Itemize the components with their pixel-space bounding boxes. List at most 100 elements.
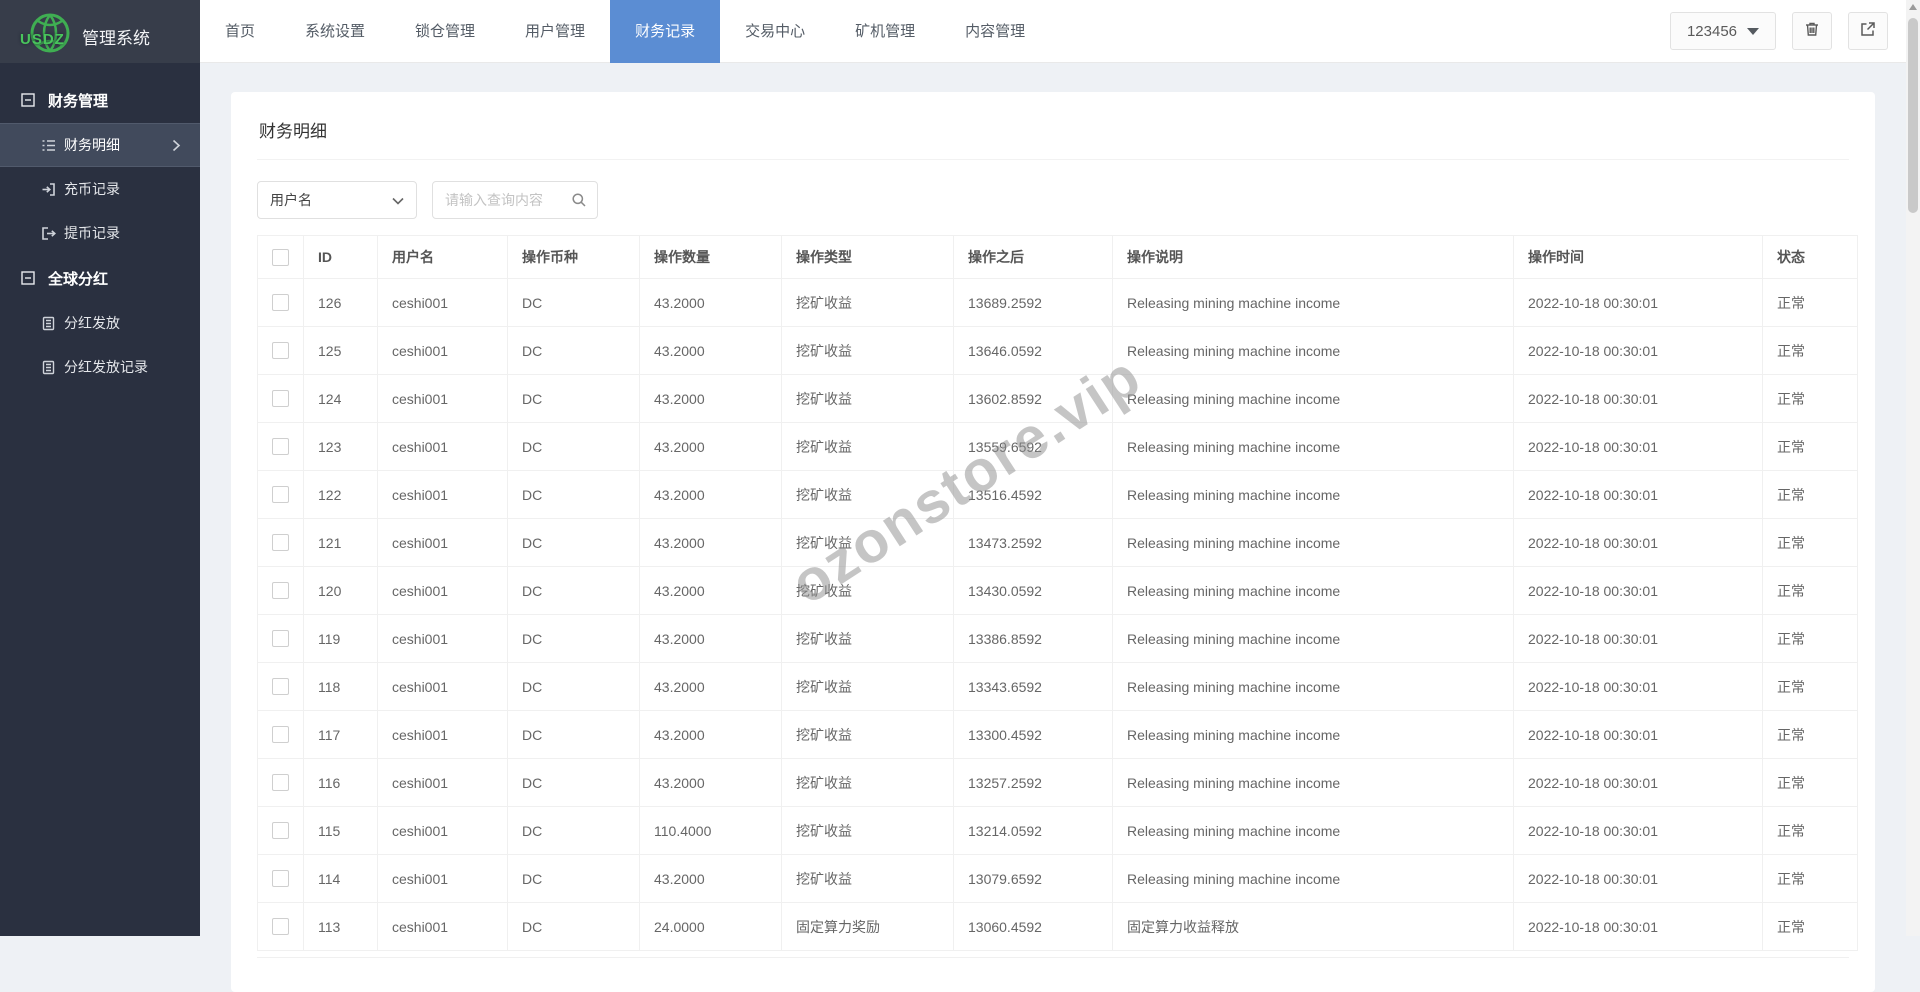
- page-title: 财务明细: [259, 122, 327, 141]
- table-cell: 43.2000: [639, 614, 782, 663]
- select-all-checkbox[interactable]: [272, 248, 289, 266]
- table-cell: 挖矿收益: [781, 278, 954, 327]
- table-row: 113 ceshi001 DC 24.0000 固定算力奖励 13060.4592 固定算力…: [257, 902, 1858, 951]
- column-header: 操作时间: [1513, 235, 1763, 279]
- row-checkbox[interactable]: [272, 870, 289, 888]
- search-box: [432, 181, 598, 219]
- table-row: 125 ceshi001 DC 43.2000 挖矿收益 13646.0592 Releas…: [257, 326, 1858, 375]
- table-row: 119 ceshi001 DC 43.2000 挖矿收益 13386.8592 Releas…: [257, 614, 1858, 663]
- table-cell: ceshi001: [377, 278, 508, 327]
- table-cell: 2022-10-18 00:30:01: [1513, 326, 1763, 375]
- table-cell: 13343.6592: [953, 662, 1113, 711]
- top-actions: 123456: [1670, 12, 1888, 50]
- nav-item[interactable]: 用户管理: [500, 0, 610, 63]
- table-cell: 正常: [1762, 278, 1858, 327]
- row-checkbox[interactable]: [272, 678, 289, 696]
- table-cell: 挖矿收益: [781, 566, 954, 615]
- nav-item[interactable]: 交易中心: [720, 0, 830, 63]
- table-cell: 115: [303, 806, 378, 855]
- sidebar-item[interactable]: 分红发放记录: [0, 345, 200, 389]
- table-cell: 43.2000: [639, 422, 782, 471]
- table-cell: 挖矿收益: [781, 614, 954, 663]
- row-checkbox[interactable]: [272, 774, 289, 792]
- table-cell: 固定算力奖励: [781, 902, 954, 951]
- vertical-scrollbar[interactable]: [1906, 0, 1920, 936]
- table-cell: ceshi001: [377, 854, 508, 903]
- nav-item[interactable]: 首页: [200, 0, 280, 63]
- sidebar-item[interactable]: 充币记录: [0, 167, 200, 211]
- row-checkbox[interactable]: [272, 918, 289, 936]
- brand-title: 管理系统: [82, 29, 150, 48]
- logout-icon: [1859, 20, 1877, 43]
- table-cell: 116: [303, 758, 378, 807]
- table-row: 124 ceshi001 DC 43.2000 挖矿收益 13602.8592 Releas…: [257, 374, 1858, 423]
- table-cell: 挖矿收益: [781, 518, 954, 567]
- table-cell: 13559.6592: [953, 422, 1113, 471]
- table-cell: 正常: [1762, 662, 1858, 711]
- logout-button[interactable]: [1848, 12, 1888, 50]
- next-row-clipped: [257, 957, 1849, 967]
- column-header: 用户名: [377, 235, 508, 279]
- content-card: 财务明细 用户名 请输入查询内容 ID 用户名 操作币种 操作数量 操作类型 操…: [231, 92, 1875, 992]
- sidebar-item[interactable]: 分红发放: [0, 301, 200, 345]
- table-cell: 13060.4592: [953, 902, 1113, 951]
- row-checkbox[interactable]: [272, 438, 289, 456]
- table-cell: 2022-10-18 00:30:01: [1513, 614, 1763, 663]
- table-cell: DC: [507, 902, 640, 951]
- table-cell: DC: [507, 854, 640, 903]
- table-cell: 13079.6592: [953, 854, 1113, 903]
- table-row: 115 ceshi001 DC 110.4000 挖矿收益 13214.0592 Relea…: [257, 806, 1858, 855]
- scrollbar-thumb[interactable]: [1908, 18, 1918, 213]
- table-cell: ceshi001: [377, 470, 508, 519]
- nav-item[interactable]: 锁仓管理: [390, 0, 500, 63]
- row-checkbox[interactable]: [272, 630, 289, 648]
- table-cell: DC: [507, 470, 640, 519]
- table-cell: 2022-10-18 00:30:01: [1513, 374, 1763, 423]
- table-row: 121 ceshi001 DC 43.2000 挖矿收益 13473.2592 Releas…: [257, 518, 1858, 567]
- table-cell: Releasing mining machine income: [1112, 854, 1514, 903]
- table-cell: Releasing mining machine income: [1112, 758, 1514, 807]
- user-dropdown-button[interactable]: 123456: [1670, 12, 1776, 50]
- scroll-up-arrow-icon[interactable]: [1909, 4, 1917, 10]
- table-cell: ceshi001: [377, 710, 508, 759]
- table-cell: 13257.2592: [953, 758, 1113, 807]
- row-checkbox[interactable]: [272, 294, 289, 312]
- nav-item[interactable]: 系统设置: [280, 0, 390, 63]
- nav-item[interactable]: 矿机管理: [830, 0, 940, 63]
- row-checkbox[interactable]: [272, 582, 289, 600]
- search-icon[interactable]: [571, 192, 587, 208]
- clear-cache-button[interactable]: [1792, 12, 1832, 50]
- table-cell: 43.2000: [639, 326, 782, 375]
- table-cell: ceshi001: [377, 758, 508, 807]
- sidebar-item-label: 分红发放: [64, 315, 120, 331]
- row-checkbox[interactable]: [272, 534, 289, 552]
- sidebar-section-title[interactable]: 财务管理: [0, 77, 200, 123]
- brand-text: USDZ: [20, 30, 65, 48]
- nav-item[interactable]: 内容管理: [940, 0, 1050, 63]
- table-cell: 122: [303, 470, 378, 519]
- table-cell: 125: [303, 326, 378, 375]
- table-cell: 正常: [1762, 374, 1858, 423]
- column-header: 操作数量: [639, 235, 782, 279]
- table-cell: 120: [303, 566, 378, 615]
- globe-logo-icon: USDZ: [20, 9, 74, 55]
- sidebar-item[interactable]: 提币记录: [0, 211, 200, 255]
- row-checkbox[interactable]: [272, 390, 289, 408]
- table-cell: 挖矿收益: [781, 662, 954, 711]
- table-cell: 2022-10-18 00:30:01: [1513, 806, 1763, 855]
- row-checkbox[interactable]: [272, 822, 289, 840]
- sidebar-item[interactable]: 财务明细: [0, 123, 200, 167]
- row-checkbox[interactable]: [272, 342, 289, 360]
- table-cell: DC: [507, 518, 640, 567]
- row-checkbox[interactable]: [272, 486, 289, 504]
- nav-item[interactable]: 财务记录: [610, 0, 721, 63]
- search-input[interactable]: [445, 192, 563, 208]
- table-cell: 正常: [1762, 614, 1858, 663]
- sidebar-section-title[interactable]: 全球分红: [0, 255, 200, 301]
- table-cell: 13516.4592: [953, 470, 1113, 519]
- row-checkbox[interactable]: [272, 726, 289, 744]
- filter-field-value: 用户名: [270, 192, 312, 208]
- trash-icon: [1803, 20, 1821, 43]
- column-header: 操作类型: [781, 235, 954, 279]
- filter-field-select[interactable]: 用户名: [257, 181, 417, 219]
